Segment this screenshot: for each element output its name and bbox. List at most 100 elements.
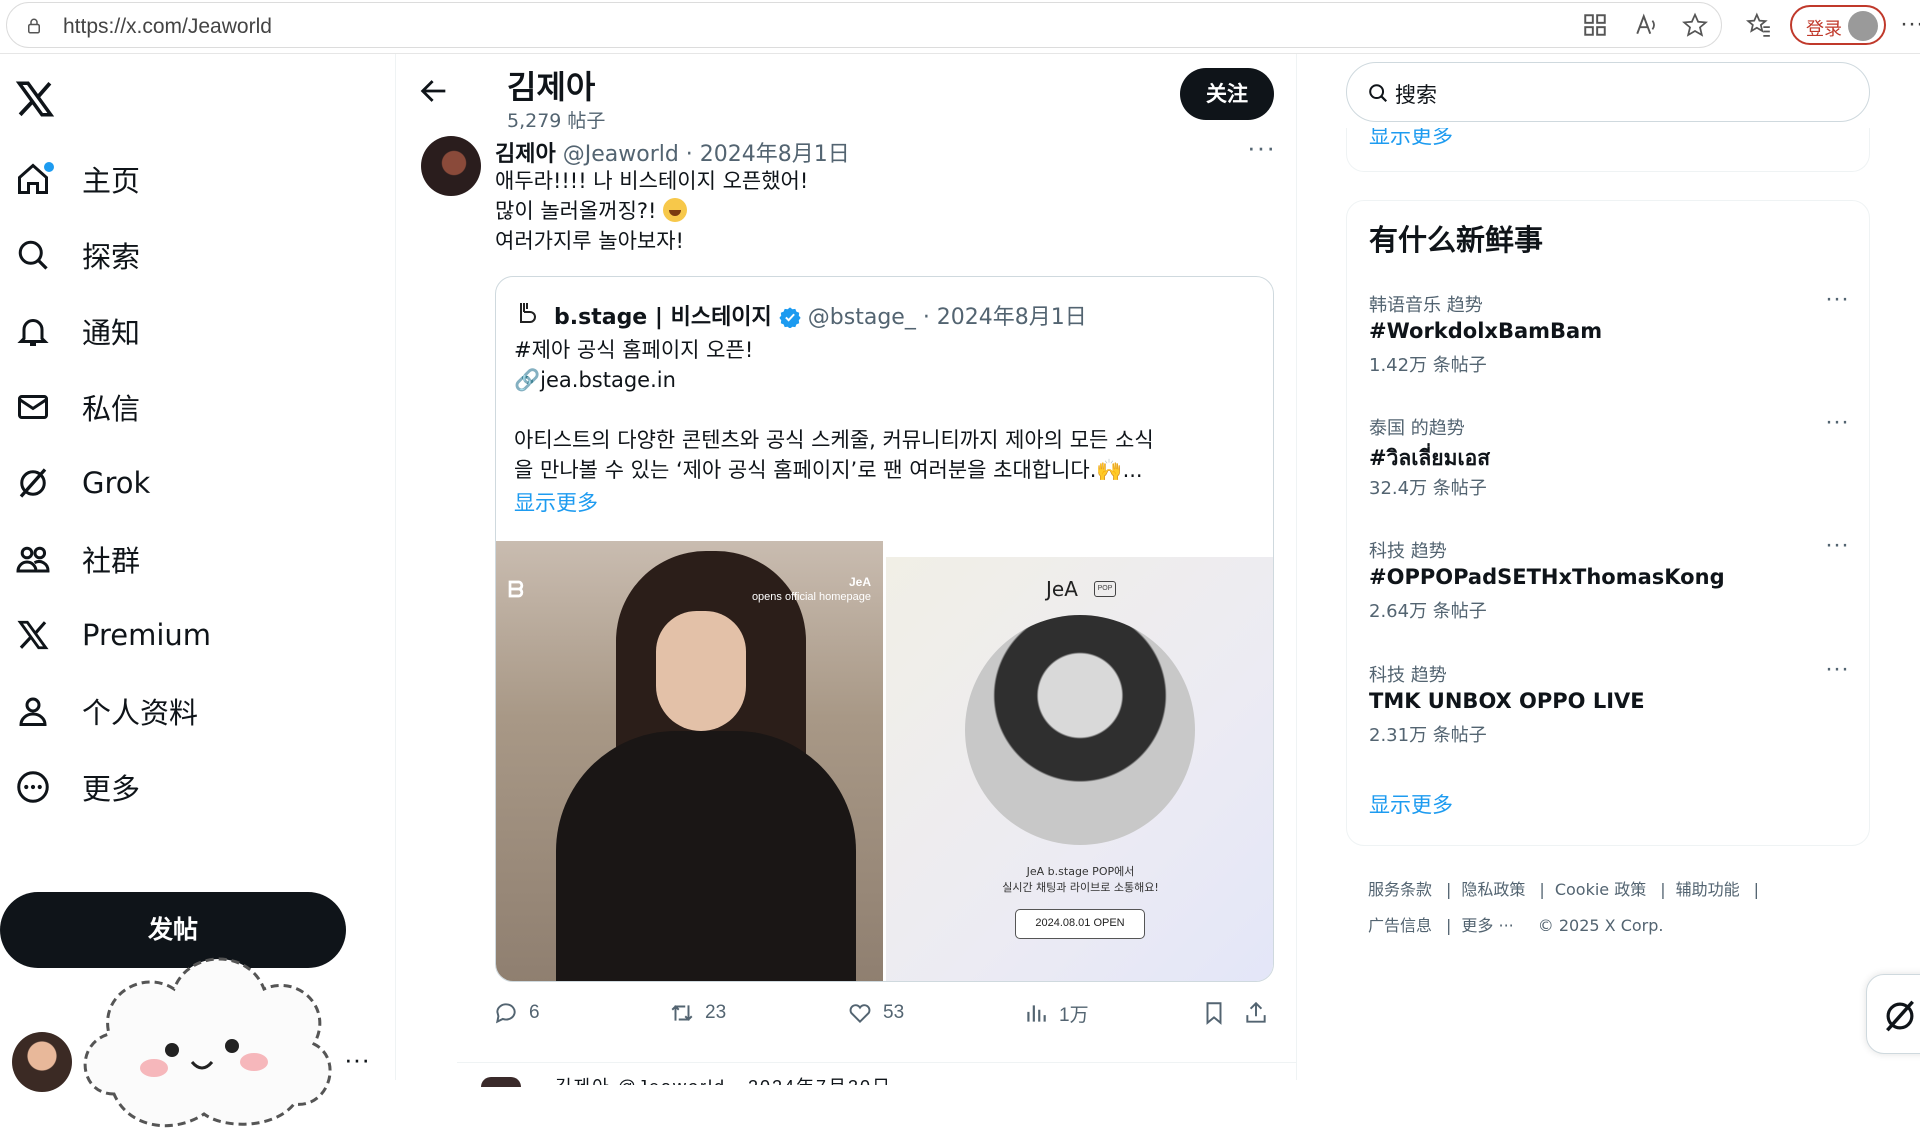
favorites-list-icon[interactable] [1746,12,1772,38]
nav-item-profile[interactable]: 个人资料 [14,686,198,736]
next-tweet-header: 김제아 @Jeaworld · 2024年7月30日 [555,1073,892,1085]
photo-caption: JeA [848,575,871,589]
favorite-star-icon[interactable] [1682,12,1708,38]
search-icon [14,236,52,274]
verified-badge-icon [779,307,801,328]
account-more-icon[interactable]: ··· [344,1044,370,1075]
back-arrow-icon[interactable] [417,74,451,108]
bell-icon [14,312,52,350]
search-input[interactable]: 搜索 [1346,62,1870,122]
tweet-avatar[interactable] [421,136,481,196]
grok-floating-button[interactable] [1866,974,1920,1054]
tweet-line: 여러가지루 놀아보자! [495,229,684,253]
footer-link-accessibility[interactable]: 辅助功能 [1676,872,1740,908]
footer-links: 服务条款 | 隐私政策 | Cookie 政策 | 辅助功能 | 广告信息 | 更多 ··· © … [1368,872,1868,944]
tweet-author[interactable]: 김제아 [495,142,556,167]
media-photo[interactable]: ᗷ JeA opens official homepage [496,541,883,981]
quote-tweet-card[interactable]: b.stage | 비스테이지 @bstage_ · 2024年8月1日 #제아… [495,276,1274,982]
trends-show-more-link[interactable]: 显示更多 [1369,789,1453,819]
reply-count: 6 [529,1002,540,1023]
views-chart-icon [1027,1005,1046,1022]
search-placeholder: 搜索 [1395,83,1437,107]
nav-item-home[interactable]: 主页 [14,154,140,204]
trend-more-icon[interactable]: ··· [1825,285,1849,313]
quote-author[interactable]: b.stage | 비스테이지 [554,305,772,330]
browser-toolbar: https://x.com/Jeaworld 登录 ··· [0,0,1920,54]
show-more-link[interactable]: 显示更多 [514,487,598,517]
post-count: 5,279 帖子 [507,110,606,132]
next-tweet-peek[interactable]: 김제아 @Jeaworld · 2024年7月30日 [457,1062,1297,1087]
reply-button[interactable]: 6 [493,998,540,1028]
repost-button[interactable]: 23 [669,998,726,1028]
trend-count: 32.4万 条帖子 [1369,478,1487,499]
browser-more-icon[interactable]: ··· [1900,10,1920,38]
profile-avatar-icon [1848,11,1878,41]
show-more-link[interactable]: 显示更多 [1369,128,1453,150]
footer-link-terms[interactable]: 服务条款 [1368,872,1432,908]
avatar[interactable] [12,1032,72,1092]
trend-item[interactable]: 科技 趋势 #OPPOPadSETHxThomasKong 2.64万 条帖子 … [1369,531,1849,637]
quote-text: #제아 공식 홈페이지 오픈! 🔗jea.bstage.in 아티스트의 다양한… [514,338,1154,482]
cloud-sticker-icon [83,957,332,1128]
trend-more-icon[interactable]: ··· [1825,531,1849,559]
url-text[interactable]: https://x.com/Jeaworld [63,15,272,39]
nav-item-communities[interactable]: 社群 [14,534,140,584]
mail-icon [14,388,52,426]
login-button[interactable]: 登录 [1790,5,1886,45]
trend-count: 2.64万 条帖子 [1369,601,1487,622]
lock-icon [28,18,40,34]
like-button[interactable]: 53 [847,998,904,1028]
trend-item[interactable]: 韩语音乐 趋势 #WorkdolxBamBam 1.42万 条帖子 ··· [1369,285,1849,391]
nav-item-explore[interactable]: 探索 [14,230,140,280]
x-logo-icon[interactable] [14,78,56,120]
bstage-logo-icon [520,303,536,323]
bookmark-icon [1206,1002,1222,1025]
nav-item-grok[interactable]: Grok [14,458,150,508]
tweet-more-icon[interactable]: ··· [1247,132,1276,163]
profile-name: 김제아 [507,68,596,106]
read-aloud-icon[interactable] [1634,12,1660,38]
quote-header: b.stage | 비스테이지 @bstage_ · 2024年8月1日 [554,299,1087,331]
trend-name: #OPPOPadSETHxThomasKong [1369,565,1725,589]
tweet-meta[interactable]: @Jeaworld · 2024年8月1日 [563,142,850,167]
photo-figure-face [656,611,746,731]
left-sidebar: 主页 探索 通知 私信 Grok 社群 Premium 个人资料 更多 发帖 ·… [0,54,396,1128]
footer-link-more[interactable]: 更多 ··· [1461,908,1513,944]
grinning-emoji-icon [663,198,688,222]
trend-context: 科技 趋势 [1369,541,1447,562]
trend-more-icon[interactable]: ··· [1825,408,1849,436]
share-button[interactable] [1243,998,1279,1028]
poster-badge: POP [1094,581,1116,597]
footer-link-cookie[interactable]: Cookie 政策 [1555,872,1646,908]
address-bar[interactable]: https://x.com/Jeaworld [6,2,1722,48]
nav-item-notifications[interactable]: 通知 [14,306,140,356]
trend-more-icon[interactable]: ··· [1825,655,1849,683]
poster-caption: 실시간 채팅과 라이브로 소통해요! [1002,881,1159,894]
views-button[interactable]: 1万 [1023,998,1089,1028]
bookmark-button[interactable] [1201,998,1237,1028]
nav-label: 个人资料 [82,696,199,730]
views-count: 1万 [1059,1004,1089,1026]
tweet-line: 많이 놀러올꺼징?! [495,199,664,223]
media-poster[interactable]: JeA POP JeA b.stage POP에서 실시간 채팅과 라이브로 소… [886,557,1273,981]
notification-dot [44,162,54,172]
trend-count: 2.31万 条帖子 [1369,725,1487,746]
heart-icon [849,1004,871,1024]
trend-item[interactable]: 科技 趋势 TMK UNBOX OPPO LIVE 2.31万 条帖子 ··· [1369,655,1849,761]
nav-label: 通知 [82,316,141,350]
follow-button[interactable]: 关注 [1180,68,1274,120]
trend-context: 科技 趋势 [1369,665,1447,686]
nav-item-messages[interactable]: 私信 [14,382,140,432]
like-count: 53 [883,1002,905,1023]
app-grid-icon[interactable] [1582,12,1608,38]
footer-link-ads[interactable]: 广告信息 [1368,908,1432,944]
nav-item-more[interactable]: 更多 [14,762,140,812]
repost-count: 23 [705,1002,727,1023]
nav-item-premium[interactable]: Premium [14,610,211,660]
tweet-header: 김제아 @Jeaworld · 2024年8月1日 [495,136,850,168]
trend-item[interactable]: 泰国 的趋势 #วิลเลี่ยมเอส 32.4万 条帖子 ··· [1369,408,1849,514]
footer-copyright: © 2025 X Corp. [1537,916,1664,935]
footer-link-privacy[interactable]: 隐私政策 [1461,872,1525,908]
nav-label: 社群 [82,544,141,578]
login-label: 登录 [1806,19,1842,39]
